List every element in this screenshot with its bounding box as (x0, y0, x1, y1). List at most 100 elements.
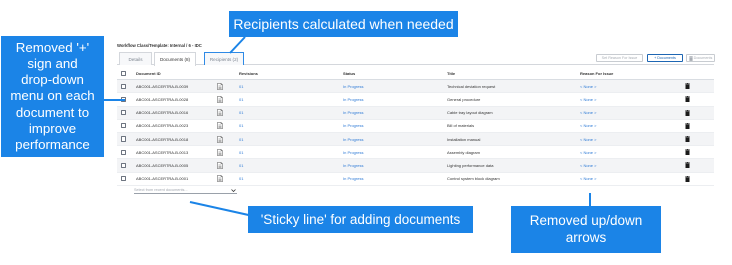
document-title: Control system block diagram (447, 176, 500, 182)
revision-link[interactable]: 01 (239, 133, 243, 145)
file-icon[interactable] (217, 107, 223, 119)
trash-icon[interactable] (685, 146, 690, 158)
set-reason-button[interactable]: Set Reason For Issue (596, 54, 643, 62)
document-id: ABC001-ASCERTRA-B-0013 (136, 149, 189, 155)
file-icon[interactable] (217, 146, 223, 158)
document-id: ABC001-ASCERTRA-B-0039 (136, 83, 189, 89)
document-id: ABC001-ASCERTRA-B-0018 (136, 136, 189, 142)
status-link[interactable]: In Progress (343, 133, 363, 145)
callout-removed-plus-text: Removed '+' sign and drop-down menu on e… (10, 39, 95, 152)
document-title: Cable tray layout diagram (447, 110, 493, 116)
reason-select[interactable]: < None > (580, 146, 596, 158)
reason-select[interactable]: < None > (580, 93, 596, 105)
table-row[interactable]: ABC001-ASCERTRA-B-0023 01 In Progress Bill … (117, 120, 714, 133)
tab-details[interactable]: Details (119, 52, 152, 65)
callout-recipients: Recipients calculated when needed (229, 11, 458, 37)
tab-recipients[interactable]: Recipients (2) (204, 52, 244, 65)
reason-select[interactable]: < None > (580, 173, 596, 185)
arrow-recipients (229, 36, 246, 54)
trash-icon[interactable] (685, 133, 690, 145)
document-id: ABC001-ASCERTRA-B-0028 (136, 96, 189, 102)
revision-link[interactable]: 01 (239, 159, 243, 171)
tab-documents[interactable]: Documents (8) (154, 52, 196, 66)
delete-documents-label: Documents (693, 56, 713, 60)
status-link[interactable]: In Progress (343, 146, 363, 158)
table-header: Document ID Revisions Status Title Reaso… (117, 67, 714, 81)
file-icon[interactable] (217, 159, 223, 171)
file-icon[interactable] (217, 133, 223, 145)
document-id: ABC001-ASCERTRA-B-0023 (136, 123, 189, 129)
file-icon[interactable] (217, 120, 223, 132)
reason-select[interactable]: < None > (580, 133, 596, 145)
row-checkbox[interactable] (121, 146, 127, 158)
status-link[interactable]: In Progress (343, 80, 363, 92)
row-checkbox[interactable] (121, 120, 127, 132)
documents-table: Document ID Revisions Status Title Reaso… (117, 67, 714, 186)
status-link[interactable]: In Progress (343, 120, 363, 132)
column-header-reason[interactable]: Reason For Issue (580, 67, 613, 79)
table-row[interactable]: ABC001-ASCERTRA-B-0005 01 In Progress Light… (117, 159, 714, 173)
document-id: ABC001-ASCERTRA-B-0001 (136, 176, 189, 182)
row-checkbox[interactable] (121, 80, 127, 92)
table-row[interactable]: ABC001-ASCERTRA-B-0016 01 In Progress Cable… (117, 106, 714, 120)
table-body: ABC001-ASCERTRA-B-0039 01 In Progress Techn… (117, 80, 714, 186)
row-checkbox[interactable] (121, 173, 127, 185)
trash-icon[interactable] (685, 120, 690, 132)
callout-removed-arrows: Removed up/down arrows (511, 206, 661, 253)
callout-removed-arrows-text: Removed up/down arrows (529, 213, 643, 245)
callout-removed-plus: Removed '+' sign and drop-down menu on e… (1, 36, 104, 157)
revision-link[interactable]: 01 (239, 107, 243, 119)
file-icon[interactable] (217, 80, 223, 92)
document-title: General procedure (447, 96, 481, 102)
table-row[interactable]: ABC001-ASCERTRA-B-0028 01 In Progress Gener… (117, 93, 714, 107)
reason-select[interactable]: < None > (580, 80, 596, 92)
trash-icon (688, 55, 693, 61)
table-row[interactable]: ABC001-ASCERTRA-B-0001 01 In Progress Contr… (117, 173, 714, 186)
chevron-down-icon (231, 188, 236, 192)
reason-select[interactable]: < None > (580, 159, 596, 171)
row-checkbox[interactable] (121, 133, 127, 145)
trash-icon[interactable] (685, 159, 690, 171)
revision-link[interactable]: 01 (239, 120, 243, 132)
reason-select[interactable]: < None > (580, 120, 596, 132)
document-title: Technical deviation request (447, 83, 496, 89)
document-title: Assembly diagram (447, 149, 480, 155)
file-icon[interactable] (217, 93, 223, 105)
callout-sticky-line: 'Sticky line' for adding documents (248, 206, 473, 233)
trash-icon[interactable] (685, 93, 690, 105)
table-row[interactable]: ABC001-ASCERTRA-B-0039 01 In Progress Techn… (117, 80, 714, 94)
status-link[interactable]: In Progress (343, 93, 363, 105)
delete-documents-button[interactable]: Documents (686, 54, 715, 62)
status-link[interactable]: In Progress (343, 107, 363, 119)
select-all-checkbox[interactable] (121, 67, 127, 79)
column-header-revisions[interactable]: Revisions (239, 67, 258, 79)
revision-link[interactable]: 01 (239, 93, 243, 105)
status-link[interactable]: In Progress (343, 159, 363, 171)
column-header-document-id[interactable]: Document ID (136, 67, 161, 79)
file-icon[interactable] (217, 173, 223, 185)
revision-link[interactable]: 01 (239, 146, 243, 158)
status-link[interactable]: In Progress (343, 173, 363, 185)
row-checkbox[interactable] (121, 107, 127, 119)
column-header-status[interactable]: Status (343, 67, 355, 79)
row-checkbox[interactable] (121, 159, 127, 171)
document-id: ABC001-ASCERTRA-B-0005 (136, 162, 189, 168)
trash-icon[interactable] (685, 107, 690, 119)
trash-icon[interactable] (685, 173, 690, 185)
trash-icon[interactable] (685, 80, 690, 92)
callout-sticky-line-text: 'Sticky line' for adding documents (260, 212, 461, 227)
revision-link[interactable]: 01 (239, 80, 243, 92)
document-title: Bill of materials (447, 123, 475, 129)
reason-select[interactable]: < None > (580, 107, 596, 119)
table-row[interactable]: ABC001-ASCERTRA-B-0013 01 In Progress Assem… (117, 146, 714, 160)
add-documents-button[interactable]: + Documents (647, 54, 683, 62)
workflow-title: Workflow Class/Template: Internal / 6 - … (117, 43, 202, 48)
revision-link[interactable]: 01 (239, 173, 243, 185)
row-checkbox[interactable] (121, 93, 127, 105)
sticky-line-placeholder: Select from recent documents... (134, 188, 188, 192)
column-header-title[interactable]: Title (447, 67, 455, 79)
table-row[interactable]: ABC001-ASCERTRA-B-0018 01 In Progress Insta… (117, 132, 714, 147)
document-title: Lighting performance data (447, 162, 494, 168)
callout-recipients-text: Recipients calculated when needed (233, 16, 454, 32)
sticky-line-select[interactable]: Select from recent documents... (134, 187, 237, 194)
